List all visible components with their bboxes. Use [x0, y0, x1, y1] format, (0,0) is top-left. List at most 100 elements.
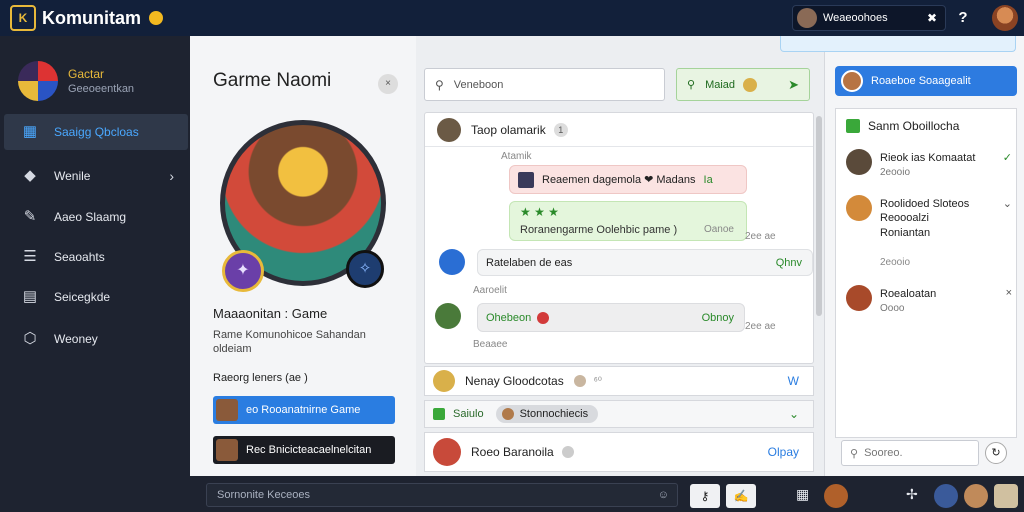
sidebar-item-5[interactable]: ▤ Seicegkde: [4, 279, 188, 315]
emoji-icon: [743, 77, 758, 92]
thread-label: Saiulo: [453, 408, 484, 420]
user-avatar[interactable]: [824, 484, 848, 508]
search-placeholder: Sooreo.: [864, 447, 903, 459]
chat-search-input[interactable]: ⚲ Veneboon: [424, 68, 665, 101]
profile-title: Garme Naomi: [213, 70, 332, 91]
message-time: 2ee ae: [745, 321, 776, 332]
game-icon: [216, 399, 238, 421]
sidebar-item-1[interactable]: ▦ Saaigg Qbcloas: [4, 114, 188, 150]
list-item[interactable]: Rieok ias Komaatat 2eooio ✓: [846, 149, 1012, 189]
app-logo: K: [10, 5, 36, 31]
chat-header-name: Taop olamarik: [471, 122, 546, 137]
search-icon: ⚲: [687, 79, 696, 91]
profile-panel: Garme Naomi × ✦ ✧ Maaaonitan : Game Rame…: [190, 36, 416, 476]
star-icons: ★ ★ ★: [520, 205, 559, 219]
thread-row[interactable]: Saiulo Stonnochiecis ⌄: [424, 400, 814, 428]
message-tag: Qhnv: [775, 256, 802, 269]
emoji-icon: [149, 11, 163, 25]
edit-icon: ✎: [23, 208, 37, 225]
compose-icon[interactable]: ✍: [726, 484, 756, 508]
item-sub: 2eooio: [880, 167, 911, 178]
section-header: Sanm Oboillocha: [846, 119, 959, 133]
profile-name: Maaaonitan : Game: [213, 306, 328, 321]
chat-card: Taop olamarik 1 Atamik Reaemen dagemola …: [424, 112, 814, 364]
list-item[interactable]: Roealoatan Oooo ×: [846, 285, 1012, 325]
close-icon[interactable]: ×: [1006, 287, 1012, 299]
scrollbar[interactable]: [816, 116, 822, 316]
user-avatar[interactable]: [964, 484, 988, 508]
top-user-chip[interactable]: Weaeoohoes ✖: [792, 5, 946, 31]
sidebar-item-2[interactable]: ◆ Wenile ›: [4, 158, 188, 194]
refresh-icon[interactable]: ↻: [985, 442, 1007, 464]
sidebar-item-label: Seicegkde: [54, 290, 111, 304]
sidebar-profile-sub: Geeoeentkan: [68, 83, 135, 95]
sidebar-profile[interactable]: Gactar Geeoeentkan: [0, 36, 190, 106]
header-avatar: [841, 70, 863, 92]
message-input[interactable]: Sornonite Keceoes ☺: [206, 483, 678, 507]
message-text: Ohebeon: [486, 311, 532, 324]
action-label: Maiad: [705, 78, 736, 91]
message-bubble-gray[interactable]: Ohebeon Obnoy: [477, 303, 745, 332]
thread-row[interactable]: Nenay Gloodcotas ⁶⁰ W: [424, 366, 814, 396]
item-avatar: [846, 195, 872, 221]
help-icon[interactable]: ?: [955, 9, 971, 27]
thread-row[interactable]: Roeo Baranoila Olpay: [424, 432, 814, 472]
message-sender: Beaaee: [473, 339, 508, 350]
close-icon[interactable]: ×: [378, 74, 398, 94]
key-icon[interactable]: ⚷: [690, 484, 720, 508]
chat-action-button[interactable]: ⚲ Maiad ➤: [676, 68, 810, 101]
thread-title: Nenay Gloodcotas: [465, 374, 564, 388]
send-icon[interactable]: ➤: [788, 77, 799, 93]
right-panel: Roaeboe Soaagealit Sanm Oboillocha Rieok…: [824, 36, 1024, 476]
star-badge-icon: ✦: [222, 250, 264, 292]
message-bubble-green[interactable]: ★ ★ ★ Roranengarme Oolehbic pame ) Oanoe: [509, 201, 747, 241]
sidebar: Gactar Geeoeentkan ▦ Saaigg Qbcloas ◆ We…: [0, 36, 190, 512]
profile-description: Rame Komunohicoe Sahandan oldeiam: [213, 329, 366, 355]
chip-avatar: [501, 408, 514, 420]
secondary-game-button[interactable]: Rec Bnicicteacaelnelcitan: [213, 436, 395, 464]
top-user-label: Weaeoohoes: [823, 12, 888, 24]
message-bubble-gray[interactable]: Ratelaben de eas Qhnv: [477, 249, 813, 276]
right-search-input[interactable]: ⚲ Sooreo.: [841, 440, 979, 466]
count-badge: 1: [553, 122, 568, 137]
message-bubble-pink[interactable]: Reaemen dagemola ❤ Madans Ia: [509, 165, 747, 194]
user-avatar[interactable]: [994, 484, 1018, 508]
right-panel-title: Roaeboe Soaagealit: [871, 75, 971, 87]
sidebar-item-label: Seaoahts: [54, 250, 105, 264]
status-icon: [561, 446, 574, 458]
item-title: Rieok ias Komaatat: [880, 152, 976, 164]
message-sender: Atamik: [501, 151, 532, 162]
sidebar-item-6[interactable]: ⬡ Weoney: [4, 321, 188, 357]
chevron-down-icon[interactable]: ⌄: [1003, 197, 1012, 210]
item-sub: Oooo: [880, 303, 905, 314]
puzzle-icon[interactable]: ✢: [906, 486, 918, 503]
thread-chip[interactable]: Stonnochiecis: [495, 405, 599, 423]
account-avatar[interactable]: [992, 5, 1018, 31]
sidebar-item-label: Weoney: [54, 332, 98, 346]
thread-tag: W: [787, 374, 799, 388]
check-icon: ✓: [1002, 152, 1012, 164]
message-text: Ratelaben de eas: [486, 256, 573, 269]
chat-header[interactable]: Taop olamarik 1: [425, 113, 813, 147]
chip-label: Stonnochiecis: [519, 408, 589, 420]
gallery-icon[interactable]: ▦: [796, 486, 809, 503]
close-icon[interactable]: ✖: [927, 11, 937, 25]
chevron-down-icon[interactable]: ⌄: [789, 407, 799, 421]
sidebar-item-4[interactable]: ☰ Seaoahts: [4, 239, 188, 275]
thread-avatar: [433, 438, 461, 466]
message-text: Roranengarme Oolehbic pame ): [520, 224, 678, 236]
user-avatar: [435, 303, 461, 329]
sidebar-item-label: Aaeo Slaamg: [54, 210, 127, 224]
right-panel-header[interactable]: Roaeboe Soaagealit: [835, 66, 1017, 96]
emoji-icon[interactable]: ☺: [658, 489, 669, 501]
bottom-bar: Sornonite Keceoes ☺ ⚷ ✍ ▦ ✢: [190, 476, 1024, 512]
list-item[interactable]: Roolidoed Sloteos Reoooalzi Roniantan ⌄: [846, 195, 1012, 255]
user-avatar[interactable]: [934, 484, 958, 508]
grid-icon: ▦: [22, 123, 38, 140]
hexagon-icon: ⬡: [23, 330, 37, 347]
app-title: Komunitam: [42, 7, 141, 28]
primary-game-button[interactable]: eo Rooanatnirne Game: [213, 396, 395, 424]
sidebar-item-3[interactable]: ✎ Aaeo Slaamg: [4, 199, 188, 235]
bot-avatar: [439, 249, 465, 275]
team-badge-icon: ✧: [346, 250, 384, 288]
